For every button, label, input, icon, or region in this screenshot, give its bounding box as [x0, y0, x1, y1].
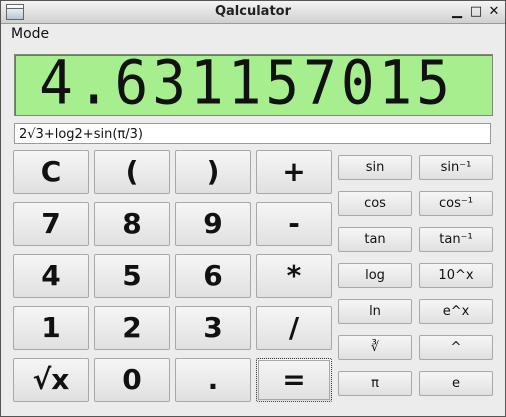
- e-button[interactable]: e: [419, 371, 493, 396]
- digit-9-button[interactable]: 9: [175, 202, 251, 246]
- clear-button[interactable]: C: [13, 150, 89, 194]
- log-button[interactable]: log: [338, 263, 412, 288]
- power-button[interactable]: ^: [419, 335, 493, 360]
- cos-button[interactable]: cos: [338, 191, 412, 216]
- digit-7-button[interactable]: 7: [13, 202, 89, 246]
- equals-button[interactable]: =: [256, 358, 332, 402]
- digit-2-button[interactable]: 2: [94, 306, 170, 350]
- minimize-icon[interactable]: ▁: [449, 4, 465, 20]
- exp-button[interactable]: e^x: [419, 299, 493, 324]
- right-paren-button[interactable]: ): [175, 150, 251, 194]
- result-value: 4.631157015: [39, 48, 454, 119]
- asin-button[interactable]: sin⁻¹: [419, 155, 493, 180]
- digit-6-button[interactable]: 6: [175, 254, 251, 298]
- menu-mode[interactable]: Mode: [11, 26, 49, 42]
- digit-0-button[interactable]: 0: [94, 358, 170, 402]
- cube-root-button[interactable]: ∛: [338, 335, 412, 360]
- plus-button[interactable]: +: [256, 150, 332, 194]
- atan-button[interactable]: tan⁻¹: [419, 227, 493, 252]
- decimal-point-button[interactable]: .: [175, 358, 251, 402]
- close-icon[interactable]: ✕: [486, 4, 502, 20]
- minus-button[interactable]: -: [256, 202, 332, 246]
- digit-8-button[interactable]: 8: [94, 202, 170, 246]
- window-title: Qalculator: [214, 4, 292, 19]
- acos-button[interactable]: cos⁻¹: [419, 191, 493, 216]
- menu-bar: Mode: [1, 24, 505, 44]
- pi-button[interactable]: π: [338, 371, 412, 396]
- digit-4-button[interactable]: 4: [13, 254, 89, 298]
- digit-3-button[interactable]: 3: [175, 306, 251, 350]
- maximize-icon[interactable]: □: [468, 4, 484, 20]
- multiply-button[interactable]: *: [256, 254, 332, 298]
- pow10-button[interactable]: 10^x: [419, 263, 493, 288]
- ln-button[interactable]: ln: [338, 299, 412, 324]
- calculator-window: Qalculator ▁ □ ✕ Mode 4.631157015 2√3+lo…: [0, 0, 506, 417]
- sqrt-button[interactable]: √x: [13, 358, 89, 402]
- expression-input[interactable]: 2√3+log2+sin(π/3): [14, 123, 491, 144]
- title-bar[interactable]: Qalculator ▁ □ ✕: [1, 1, 505, 24]
- divide-button[interactable]: /: [256, 306, 332, 350]
- result-display: 4.631157015: [14, 48, 493, 119]
- left-paren-button[interactable]: (: [94, 150, 170, 194]
- sin-button[interactable]: sin: [338, 155, 412, 180]
- digit-5-button[interactable]: 5: [94, 254, 170, 298]
- digit-1-button[interactable]: 1: [13, 306, 89, 350]
- tan-button[interactable]: tan: [338, 227, 412, 252]
